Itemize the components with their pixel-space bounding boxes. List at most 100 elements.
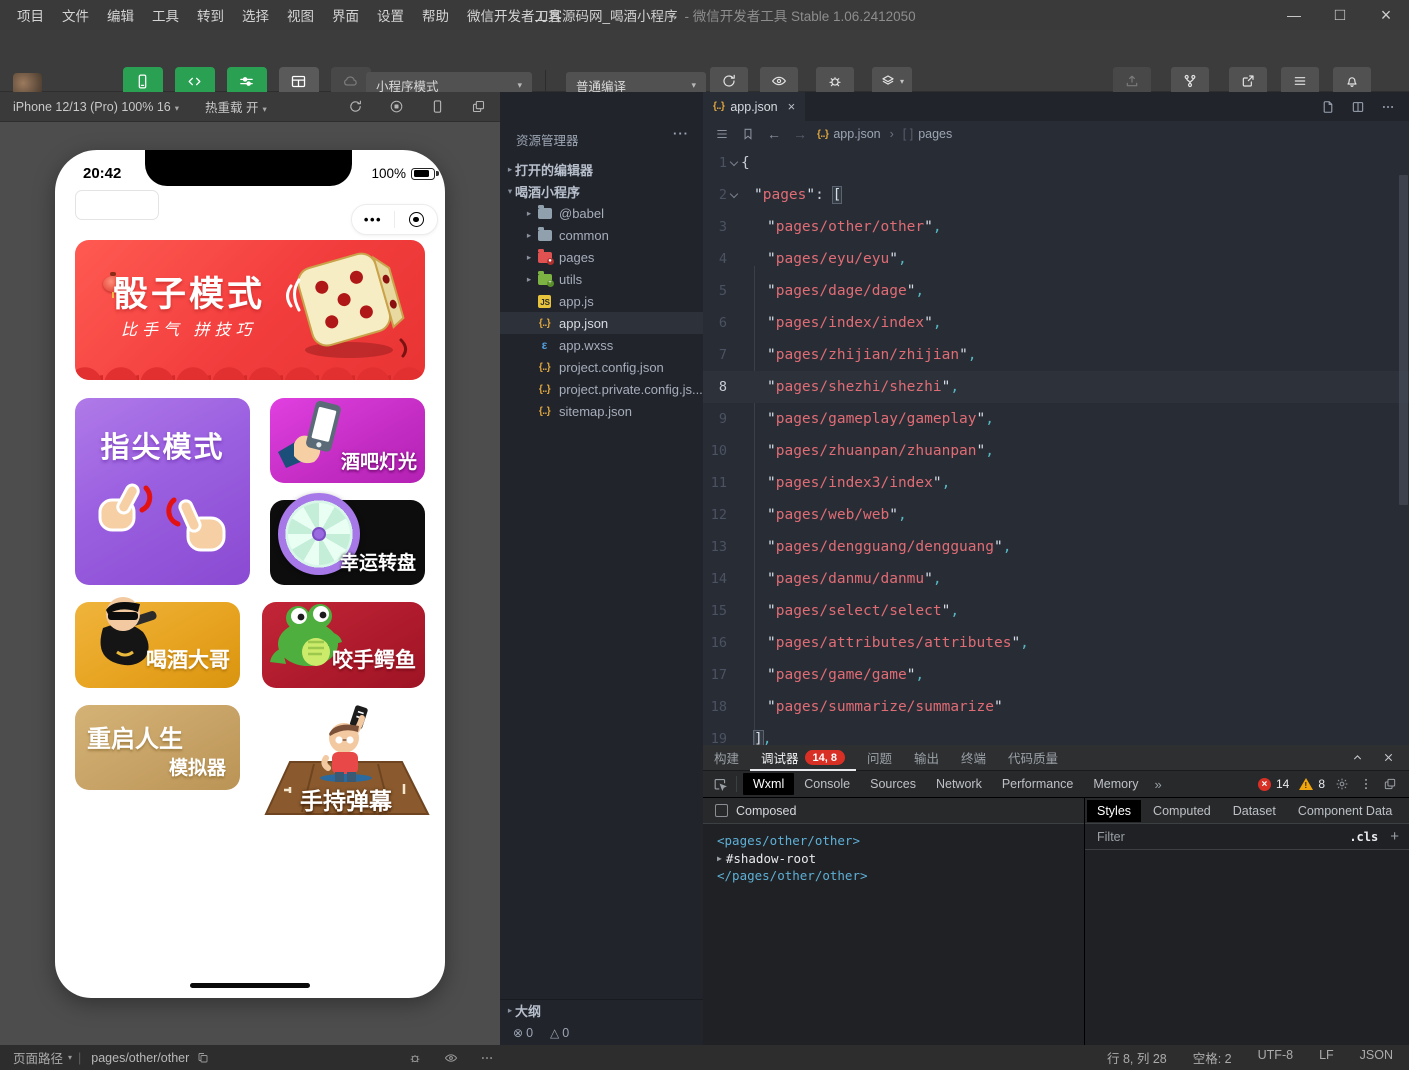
tile-dice-mode[interactable]: 骰子模式 比手气 拼技巧 <box>75 240 425 380</box>
menu-item-6[interactable]: 视图 <box>278 5 323 25</box>
code-line-8[interactable]: 8 "pages/shezhi/shezhi", <box>703 371 1409 403</box>
expand-arrow-icon[interactable]: ▶ <box>717 850 722 868</box>
debugger-tab-3[interactable]: 输出 <box>903 745 950 771</box>
debugger-tab-4[interactable]: 终端 <box>950 745 997 771</box>
code-line-17[interactable]: 17 "pages/game/game", <box>703 659 1409 691</box>
menu-item-8[interactable]: 设置 <box>368 5 413 25</box>
style-tab-computed[interactable]: Computed <box>1143 800 1221 822</box>
capsule-home-button[interactable] <box>395 212 437 227</box>
cursor-position[interactable]: 行 8, 列 28 <box>1107 1048 1167 1067</box>
restart-icon[interactable] <box>348 99 363 114</box>
collapse-panel-icon[interactable] <box>1351 751 1364 764</box>
wxml-close-tag[interactable]: </pages/other/other> <box>717 867 1084 885</box>
code-line-6[interactable]: 6 "pages/index/index", <box>703 307 1409 339</box>
close-panel-icon[interactable] <box>1382 751 1395 764</box>
eol[interactable]: LF <box>1319 1048 1334 1067</box>
file-app.wxss[interactable]: εapp.wxss <box>500 334 703 356</box>
code-line-3[interactable]: 3 "pages/other/other", <box>703 211 1409 243</box>
outline-section[interactable]: ▸ 大纲 <box>500 999 703 1021</box>
explorer-more-button[interactable]: ··· <box>673 126 689 141</box>
split-editor-icon[interactable] <box>1351 100 1365 114</box>
code-line-9[interactable]: 9 "pages/gameplay/gameplay", <box>703 403 1409 435</box>
preview-eye-icon[interactable] <box>444 1051 458 1065</box>
code-line-11[interactable]: 11 "pages/index3/index", <box>703 467 1409 499</box>
toggle-class-button[interactable]: .cls <box>1349 830 1378 844</box>
record-icon[interactable] <box>389 99 404 114</box>
code-line-1[interactable]: 1 { <box>703 147 1409 179</box>
open-preview-icon[interactable] <box>1321 100 1335 114</box>
minimize-button[interactable]: — <box>1271 0 1317 30</box>
explorer-section-open-editors[interactable]: ▸打开的编辑器 <box>500 158 703 180</box>
copy-path-icon[interactable] <box>197 1052 209 1064</box>
menu-item-5[interactable]: 选择 <box>233 5 278 25</box>
vconsole-bug-icon[interactable] <box>408 1051 422 1065</box>
language-mode[interactable]: JSON <box>1360 1048 1393 1067</box>
settings-gear-icon[interactable] <box>1335 777 1349 791</box>
menu-item-4[interactable]: 转到 <box>188 5 233 25</box>
page-path-label[interactable]: 页面路径 <box>13 1048 63 1067</box>
tile-lucky-wheel[interactable]: 幸运转盘 <box>270 500 425 585</box>
code-line-7[interactable]: 7 "pages/zhijian/zhijian", <box>703 339 1409 371</box>
editor-scrollbar[interactable] <box>1399 175 1408 505</box>
style-tab-component-data[interactable]: Component Data <box>1288 800 1403 822</box>
hot-reload-toggle[interactable]: 热重载 开▾ <box>205 97 267 116</box>
tile-bar-lights[interactable]: 酒吧灯光 <box>270 398 425 483</box>
devtools-tab-console[interactable]: Console <box>794 773 860 795</box>
code-line-12[interactable]: 12 "pages/web/web", <box>703 499 1409 531</box>
file-project.config.json[interactable]: {..}project.config.json <box>500 356 703 378</box>
file-@babel[interactable]: ▸@babel <box>500 202 703 224</box>
code-line-5[interactable]: 5 "pages/dage/dage", <box>703 275 1409 307</box>
menu-item-3[interactable]: 工具 <box>143 5 188 25</box>
multi-window-icon[interactable] <box>471 99 486 114</box>
nav-placeholder-box[interactable] <box>75 190 159 220</box>
close-tab-icon[interactable]: × <box>788 99 796 114</box>
bookmark-icon[interactable] <box>741 127 755 141</box>
devtools-tab-network[interactable]: Network <box>926 773 992 795</box>
device-frame-icon[interactable] <box>430 99 445 114</box>
device-select[interactable]: iPhone 12/13 (Pro) 100% 16▾ <box>13 100 179 114</box>
code-line-18[interactable]: 18 "pages/summarize/summarize" <box>703 691 1409 723</box>
devtools-tab-sources[interactable]: Sources <box>860 773 926 795</box>
more-options-icon[interactable] <box>1359 777 1373 791</box>
explorer-section-project[interactable]: ▾喝酒小程序 <box>500 180 703 202</box>
explorer-problems[interactable]: ⊗0 △0 <box>500 1021 703 1045</box>
style-filter-input[interactable]: Filter <box>1097 830 1125 844</box>
menu-item-9[interactable]: 帮助 <box>413 5 458 25</box>
back-icon[interactable]: ← <box>767 126 781 142</box>
maximize-button[interactable]: □ <box>1317 0 1363 30</box>
debugger-tab-1[interactable]: 调试器14, 8 <box>750 745 856 771</box>
file-utils[interactable]: ▸+utils <box>500 268 703 290</box>
tile-drinking-bro[interactable]: 喝酒大哥 <box>75 602 240 688</box>
code-line-2[interactable]: 2 "pages": [ <box>703 179 1409 211</box>
devtools-tab-memory[interactable]: Memory <box>1083 773 1148 795</box>
menu-item-0[interactable]: 项目 <box>8 5 53 25</box>
indentation[interactable]: 空格: 2 <box>1193 1048 1232 1067</box>
menu-item-2[interactable]: 编辑 <box>98 5 143 25</box>
tab-app-json[interactable]: {..} app.json × <box>703 92 805 121</box>
file-project.private.config.js...[interactable]: {..}project.private.config.js... <box>500 378 703 400</box>
devtools-tab-performance[interactable]: Performance <box>992 773 1084 795</box>
outline-list-icon[interactable] <box>715 127 729 141</box>
style-tab-styles[interactable]: Styles <box>1087 800 1141 822</box>
tile-handheld-danmaku[interactable]: 手持弹幕 <box>262 700 430 822</box>
wxml-open-tag[interactable]: <pages/other/other> <box>717 832 1084 850</box>
capsule-more-button[interactable]: ••• <box>352 212 394 227</box>
code-line-15[interactable]: 15 "pages/select/select", <box>703 595 1409 627</box>
more-status-icon[interactable] <box>480 1051 494 1065</box>
encoding[interactable]: UTF-8 <box>1258 1048 1293 1067</box>
devtools-tab-wxml[interactable]: Wxml <box>743 773 794 795</box>
more-actions-icon[interactable] <box>1381 100 1395 114</box>
code-line-10[interactable]: 10 "pages/zhuanpan/zhuanpan", <box>703 435 1409 467</box>
file-sitemap.json[interactable]: {..}sitemap.json <box>500 400 703 422</box>
menu-item-7[interactable]: 界面 <box>323 5 368 25</box>
undock-window-icon[interactable] <box>1383 777 1397 791</box>
debugger-tab-2[interactable]: 问题 <box>856 745 903 771</box>
code-line-4[interactable]: 4 "pages/eyu/eyu", <box>703 243 1409 275</box>
file-pages[interactable]: ▸●pages <box>500 246 703 268</box>
wxml-shadow-root[interactable]: ▶ #shadow-root <box>717 850 1084 868</box>
code-line-14[interactable]: 14 "pages/danmu/danmu", <box>703 563 1409 595</box>
page-path-value[interactable]: pages/other/other <box>91 1051 189 1065</box>
inspect-element-icon[interactable] <box>713 777 728 792</box>
composed-checkbox[interactable] <box>715 804 728 817</box>
debugger-tab-0[interactable]: 构建 <box>703 745 750 771</box>
